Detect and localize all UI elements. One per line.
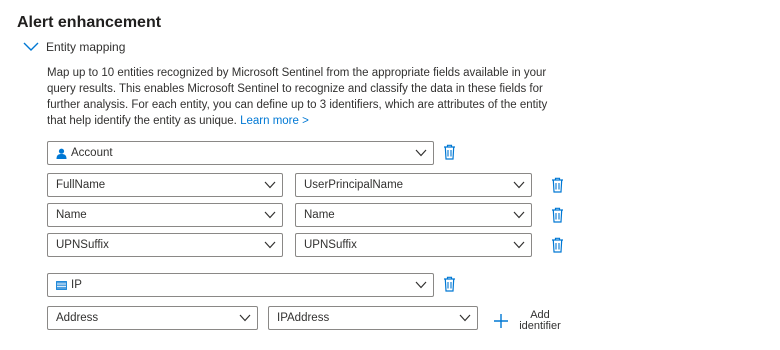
chevron-down-icon: [23, 42, 39, 51]
identifier-value: UPNSuffix: [56, 239, 109, 251]
chevron-down-icon: [415, 281, 427, 289]
chevron-down-icon: [264, 241, 276, 249]
chevron-down-icon: [513, 211, 525, 219]
chevron-down-icon: [513, 241, 525, 249]
ip-icon: [56, 280, 67, 290]
chevron-down-icon: [264, 211, 276, 219]
column-value: Name: [304, 209, 335, 221]
entity-type-dropdown[interactable]: IP: [47, 273, 434, 297]
add-identifier-button[interactable]: Add identifier: [493, 310, 565, 332]
chevron-down-icon: [415, 149, 427, 157]
entity-type-value: Account: [71, 147, 113, 159]
column-dropdown[interactable]: IPAddress: [268, 306, 478, 330]
identifier-value: Address: [56, 312, 99, 324]
entity-type-dropdown[interactable]: Account: [47, 141, 434, 165]
column-value: UPNSuffix: [304, 239, 357, 251]
chevron-down-icon: [459, 314, 471, 322]
chevron-down-icon: [513, 181, 525, 189]
delete-identifier-icon[interactable]: [551, 207, 564, 223]
identifier-dropdown[interactable]: FullName: [47, 173, 283, 197]
identifier-value: Name: [56, 209, 87, 221]
column-dropdown[interactable]: UPNSuffix: [295, 233, 532, 257]
column-dropdown[interactable]: UserPrincipalName: [295, 173, 532, 197]
section-title: Alert enhancement: [17, 14, 162, 31]
identifier-dropdown[interactable]: UPNSuffix: [47, 233, 283, 257]
add-identifier-label: Add identifier: [519, 309, 561, 332]
learn-more-link[interactable]: Learn more >: [240, 115, 309, 127]
delete-identifier-icon[interactable]: [551, 237, 564, 253]
chevron-down-icon: [264, 181, 276, 189]
delete-entity-icon[interactable]: [443, 144, 456, 160]
column-value: IPAddress: [277, 312, 330, 324]
account-icon: [56, 148, 67, 159]
identifier-value: FullName: [56, 179, 106, 191]
entity-mapping-description: Map up to 10 entities recognized by Micr…: [47, 65, 567, 129]
entity-mapping-expander[interactable]: Entity mapping: [22, 40, 125, 54]
identifier-dropdown[interactable]: Name: [47, 203, 283, 227]
entity-mapping-label: Entity mapping: [46, 40, 126, 54]
entity-type-value: IP: [71, 279, 82, 291]
column-dropdown[interactable]: Name: [295, 203, 532, 227]
identifier-dropdown[interactable]: Address: [47, 306, 258, 330]
delete-entity-icon[interactable]: [443, 276, 456, 292]
column-value: UserPrincipalName: [304, 179, 404, 191]
plus-icon: [494, 314, 508, 328]
chevron-down-icon: [239, 314, 251, 322]
delete-identifier-icon[interactable]: [551, 177, 564, 193]
